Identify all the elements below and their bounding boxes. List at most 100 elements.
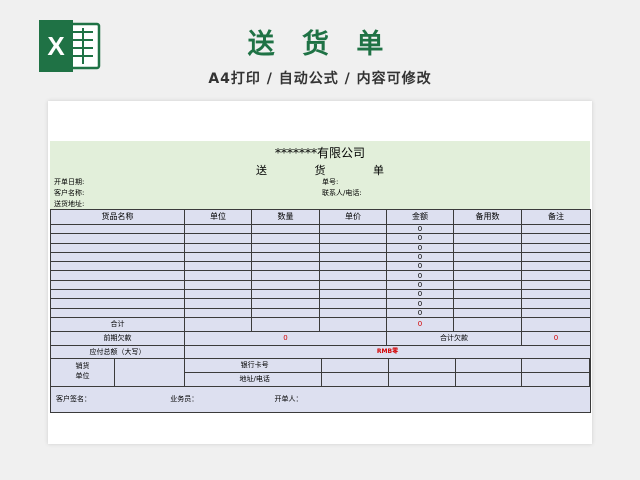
- table-cell[interactable]: [522, 359, 590, 372]
- table-cell[interactable]: [319, 316, 387, 332]
- table-cell[interactable]: [184, 307, 252, 318]
- table-cell[interactable]: [50, 242, 185, 253]
- column-header[interactable]: 备注: [521, 209, 591, 225]
- table-cell[interactable]: [251, 261, 320, 272]
- total-value[interactable]: 0: [386, 316, 454, 332]
- amount-cell[interactable]: 0: [386, 270, 454, 281]
- table-cell[interactable]: [251, 289, 320, 300]
- table-cell[interactable]: [50, 298, 185, 309]
- table-cell[interactable]: [251, 233, 320, 244]
- table-cell[interactable]: [184, 316, 252, 332]
- field-customer-label[interactable]: 客户名称:: [54, 188, 84, 198]
- payable-label[interactable]: 应付总额（大写）: [50, 344, 185, 359]
- document-title[interactable]: 送 货 单: [50, 162, 590, 178]
- table-cell[interactable]: [453, 298, 522, 309]
- field-address-label[interactable]: 送货地址:: [54, 199, 84, 209]
- table-cell[interactable]: [184, 233, 252, 244]
- address-label[interactable]: 地址/电话: [188, 373, 323, 386]
- table-cell[interactable]: [251, 307, 320, 318]
- column-header[interactable]: 数量: [251, 209, 320, 225]
- table-cell[interactable]: [319, 289, 387, 300]
- table-cell[interactable]: [389, 359, 456, 372]
- table-cell[interactable]: [319, 298, 387, 309]
- table-cell[interactable]: [319, 233, 387, 244]
- table-cell[interactable]: [50, 307, 185, 318]
- column-header[interactable]: 单位: [184, 209, 252, 225]
- table-cell[interactable]: [521, 270, 591, 281]
- table-cell[interactable]: [184, 279, 252, 291]
- table-cell[interactable]: [319, 307, 387, 318]
- table-cell[interactable]: [50, 279, 185, 291]
- table-cell[interactable]: [521, 307, 591, 318]
- amount-cell[interactable]: 0: [386, 289, 454, 300]
- table-cell[interactable]: [50, 289, 185, 300]
- table-cell[interactable]: [389, 373, 456, 386]
- amount-cell[interactable]: 0: [386, 251, 454, 263]
- bank-label[interactable]: 银行卡号: [188, 359, 323, 372]
- table-cell[interactable]: [521, 242, 591, 253]
- table-cell[interactable]: [521, 223, 591, 235]
- prev-debt-value[interactable]: 0: [184, 330, 387, 346]
- amount-cell[interactable]: 0: [386, 279, 454, 291]
- amount-cell[interactable]: 0: [386, 223, 454, 235]
- table-cell[interactable]: [521, 289, 591, 300]
- column-header[interactable]: 货品名称: [50, 209, 185, 225]
- table-cell[interactable]: [319, 270, 387, 281]
- table-cell[interactable]: [319, 223, 387, 235]
- table-cell[interactable]: [184, 298, 252, 309]
- table-cell[interactable]: [521, 298, 591, 309]
- table-cell[interactable]: [184, 270, 252, 281]
- table-cell[interactable]: [453, 242, 522, 253]
- seller-label[interactable]: 销货单位: [52, 359, 115, 386]
- table-cell[interactable]: [319, 279, 387, 291]
- amount-cell[interactable]: 0: [386, 242, 454, 253]
- table-cell[interactable]: [456, 359, 523, 372]
- table-cell[interactable]: [251, 270, 320, 281]
- table-cell[interactable]: [453, 223, 522, 235]
- table-cell[interactable]: [453, 270, 522, 281]
- amount-cell[interactable]: 0: [386, 261, 454, 272]
- table-cell[interactable]: [50, 261, 185, 272]
- table-cell[interactable]: [521, 316, 591, 332]
- table-cell[interactable]: [184, 261, 252, 272]
- field-date-label[interactable]: 开单日期:: [54, 177, 84, 187]
- table-cell[interactable]: [50, 270, 185, 281]
- customer-signature-label[interactable]: 客户签名：: [56, 395, 168, 403]
- table-cell[interactable]: [319, 261, 387, 272]
- total-label[interactable]: 合计: [50, 316, 185, 332]
- table-cell[interactable]: [453, 251, 522, 263]
- payable-value[interactable]: RMB零: [184, 344, 591, 359]
- table-cell[interactable]: [50, 251, 185, 263]
- table-cell[interactable]: [453, 316, 522, 332]
- table-cell[interactable]: [453, 307, 522, 318]
- table-cell[interactable]: [453, 261, 522, 272]
- table-cell[interactable]: [184, 289, 252, 300]
- table-cell[interactable]: [184, 223, 252, 235]
- amount-cell[interactable]: 0: [386, 233, 454, 244]
- table-cell[interactable]: [251, 298, 320, 309]
- column-header[interactable]: 单价: [319, 209, 387, 225]
- table-cell[interactable]: [521, 279, 591, 291]
- column-header[interactable]: 备用数: [453, 209, 522, 225]
- salesman-label[interactable]: 业务员：: [170, 395, 272, 403]
- company-name[interactable]: *******有限公司: [50, 144, 590, 161]
- table-cell[interactable]: [184, 251, 252, 263]
- field-contact-label[interactable]: 联系人/电话:: [322, 188, 362, 198]
- table-cell[interactable]: [453, 279, 522, 291]
- prev-debt-label[interactable]: 前期欠款: [50, 330, 185, 346]
- field-number-label[interactable]: 单号:: [322, 177, 338, 187]
- issuer-label[interactable]: 开单人：: [274, 395, 302, 403]
- amount-cell[interactable]: 0: [386, 298, 454, 309]
- table-cell[interactable]: [251, 251, 320, 263]
- table-cell[interactable]: [184, 242, 252, 253]
- table-cell[interactable]: [456, 373, 523, 386]
- table-cell[interactable]: [522, 373, 590, 386]
- table-cell[interactable]: [251, 223, 320, 235]
- table-cell[interactable]: [322, 373, 389, 386]
- table-cell[interactable]: [251, 279, 320, 291]
- table-cell[interactable]: [50, 223, 185, 235]
- table-cell[interactable]: [453, 289, 522, 300]
- table-cell[interactable]: [322, 359, 389, 372]
- table-cell[interactable]: [521, 261, 591, 272]
- table-cell[interactable]: [319, 242, 387, 253]
